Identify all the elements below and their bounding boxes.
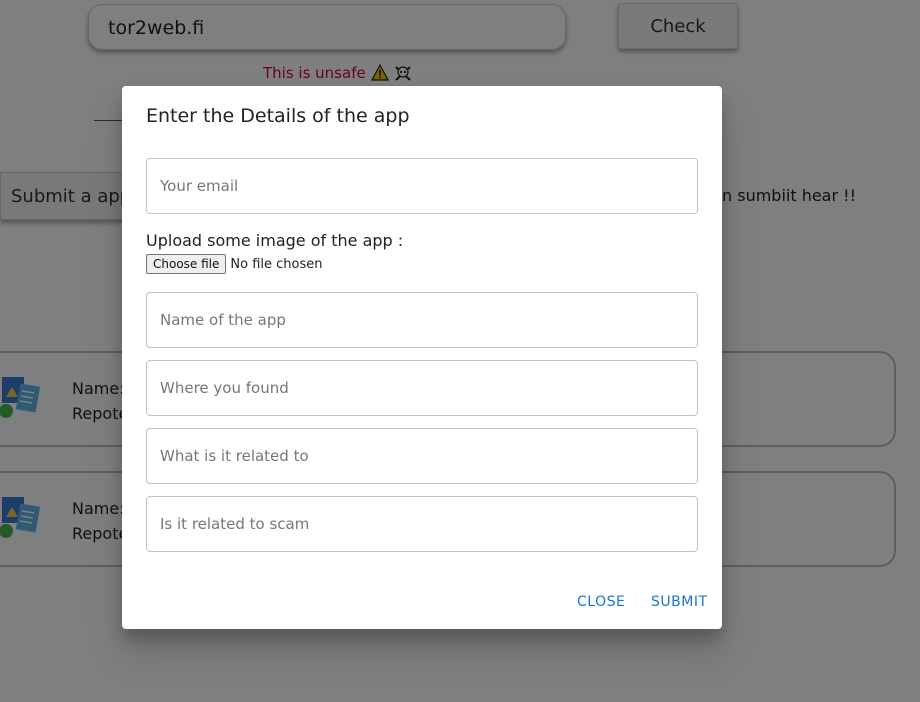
related-to-field[interactable]: What is it related to — [146, 428, 698, 484]
close-button[interactable]: CLOSE — [577, 594, 625, 610]
upload-label: Upload some image of the app : — [146, 231, 404, 250]
submit-app-dialog: Enter the Details of the app Your email … — [122, 86, 722, 629]
submit-button[interactable]: SUBMIT — [651, 594, 708, 610]
file-status-text: No file chosen — [230, 256, 323, 272]
choose-file-button[interactable]: Choose file — [146, 254, 227, 274]
file-input: Choose file No file chosen — [146, 254, 323, 274]
dialog-title: Enter the Details of the app — [146, 105, 410, 127]
app-name-field[interactable]: Name of the app — [146, 292, 698, 348]
where-found-field[interactable]: Where you found — [146, 360, 698, 416]
scam-related-field[interactable]: Is it related to scam — [146, 496, 698, 552]
email-field[interactable]: Your email — [146, 158, 698, 214]
